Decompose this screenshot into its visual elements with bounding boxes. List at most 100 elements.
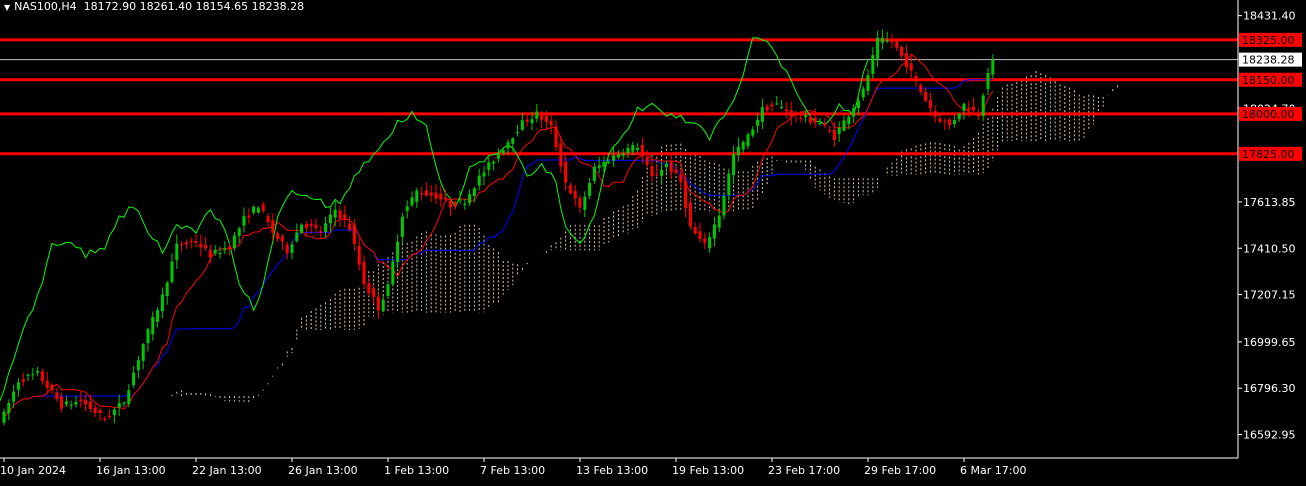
candle-body	[108, 415, 112, 417]
candle-body	[564, 161, 568, 183]
candle-body	[79, 399, 83, 402]
candles	[2, 29, 995, 426]
candle-body	[722, 195, 726, 216]
candle-body	[597, 165, 601, 168]
candle-body	[141, 344, 145, 361]
candle-body	[237, 228, 241, 236]
candle-body	[712, 224, 716, 239]
candle-body	[885, 40, 889, 42]
y-tick-label: 17613.85	[1243, 196, 1296, 209]
candle-body	[602, 161, 606, 167]
x-tick-label: 10 Jan 2024	[0, 464, 66, 477]
chart[interactable]: 18431.4018024.7017613.8517410.5017207.15…	[0, 0, 1306, 482]
candle-body	[228, 246, 232, 250]
candle-body	[60, 396, 64, 409]
candle-body	[780, 107, 784, 109]
candle-body	[890, 41, 894, 43]
candle-body	[568, 185, 572, 194]
x-tick-label: 29 Feb 17:00	[864, 464, 936, 477]
candle-body	[669, 162, 673, 173]
candle-body	[223, 248, 227, 251]
candle-body	[16, 382, 20, 390]
candle-body	[12, 391, 16, 402]
candle-body	[242, 215, 246, 226]
candle-body	[314, 224, 318, 229]
candle-body	[463, 203, 467, 205]
candle-body	[31, 374, 35, 376]
candle-body	[285, 244, 289, 254]
candle-body	[468, 194, 472, 203]
candle-body	[420, 193, 424, 195]
dropdown-triangle-icon[interactable]: ▼	[4, 3, 10, 12]
candle-body	[535, 111, 539, 119]
candle-body	[813, 117, 817, 123]
x-tick-label: 6 Mar 17:00	[960, 464, 1026, 477]
candle-body	[338, 210, 342, 219]
candle-body	[933, 110, 937, 117]
candle-body	[727, 173, 731, 195]
ohlc-open: 18172.90	[83, 0, 137, 13]
candle-body	[708, 237, 712, 249]
candle-body	[583, 196, 587, 210]
x-tick-label: 16 Jan 13:00	[96, 464, 166, 477]
candle-body	[751, 129, 755, 136]
candle-body	[444, 197, 448, 200]
candle-body	[645, 156, 649, 165]
candle-body	[636, 147, 640, 150]
candle-body	[376, 296, 380, 311]
candle-body	[170, 261, 174, 283]
candle-body	[151, 316, 155, 335]
candle-body	[132, 372, 136, 386]
candle-body	[794, 113, 798, 115]
candle-body	[664, 163, 668, 168]
candle-body	[204, 245, 208, 249]
candle-body	[549, 120, 553, 126]
candle-body	[804, 115, 808, 118]
candle-body	[904, 53, 908, 68]
candle-body	[674, 169, 678, 174]
candle-body	[866, 75, 870, 91]
candle-body	[957, 113, 961, 120]
candle-body	[136, 360, 140, 370]
candle-body	[928, 100, 932, 109]
candle-body	[324, 223, 328, 232]
candle-body	[295, 232, 299, 242]
candle-body	[784, 109, 788, 112]
candle-body	[180, 244, 184, 246]
x-tick-label: 19 Feb 13:00	[672, 464, 744, 477]
candle-body	[343, 214, 347, 221]
candle-body	[991, 59, 995, 75]
y-tick-label: 16999.65	[1243, 336, 1296, 349]
candle-body	[165, 282, 169, 297]
candle-body	[367, 283, 371, 294]
ohlc-close: 18238.28	[251, 0, 305, 13]
y-tick-label: 17207.15	[1243, 289, 1296, 302]
candle-body	[482, 172, 486, 177]
candle-body	[823, 122, 827, 126]
candle-body	[348, 223, 352, 230]
candle-body	[175, 243, 179, 261]
candle-body	[304, 223, 308, 229]
chart-svg[interactable]: 18431.4018024.7017613.8517410.5017207.15…	[0, 0, 1306, 482]
candle-body	[525, 119, 529, 123]
candle-body	[679, 174, 683, 183]
candle-body	[621, 153, 625, 156]
level-price-label: 17825.00	[1242, 148, 1295, 161]
ohlc-low: 18154.65	[195, 0, 249, 13]
candle-body	[775, 103, 779, 105]
candle-body	[93, 407, 97, 413]
candle-body	[252, 206, 256, 213]
candle-body	[506, 142, 510, 149]
candle-body	[511, 138, 515, 144]
candle-body	[434, 192, 438, 199]
candle-body	[492, 161, 496, 164]
candle-body	[276, 233, 280, 240]
candle-body	[981, 95, 985, 116]
candle-body	[852, 108, 856, 117]
x-tick-label: 22 Jan 13:00	[192, 464, 262, 477]
y-tick-label: 18431.40	[1243, 10, 1296, 23]
candle-body	[400, 216, 404, 237]
candle-body	[232, 235, 236, 249]
candle-body	[156, 310, 160, 322]
candle-body	[976, 112, 980, 117]
